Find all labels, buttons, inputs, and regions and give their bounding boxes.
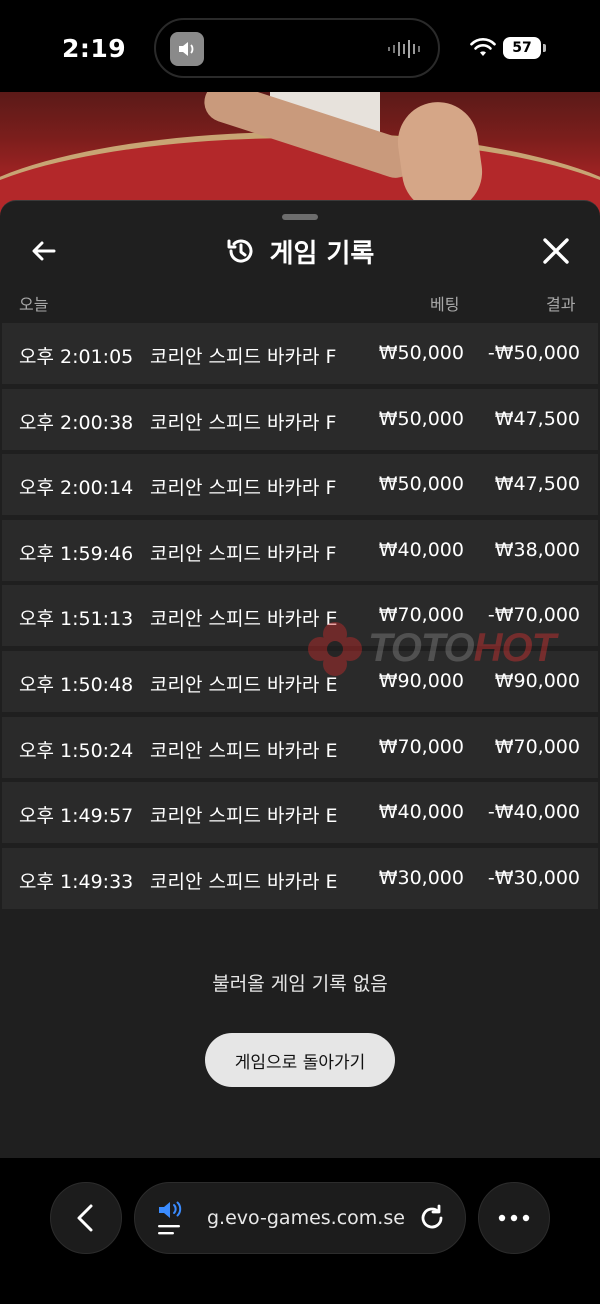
row-game: 코리안 스피드 바카라 E xyxy=(150,805,338,828)
history-row[interactable]: 오후 2:00:14 코리안 스피드 바카라 F ₩50,000 ₩47,500 xyxy=(2,454,598,516)
audio-wave-icon xyxy=(388,40,420,58)
row-bet: ₩70,000 xyxy=(378,735,464,758)
row-time: 오후 1:59:46 xyxy=(19,542,134,565)
history-row[interactable]: 오후 1:49:33 코리안 스피드 바카라 E ₩30,000 -₩30,00… xyxy=(2,847,598,909)
row-result: -₩30,000 xyxy=(487,866,580,889)
row-time: 오후 2:00:14 xyxy=(19,477,134,500)
row-game: 코리안 스피드 바카라 F xyxy=(150,411,337,434)
row-result: ₩47,500 xyxy=(494,473,580,496)
browser-back-button[interactable] xyxy=(50,1182,122,1254)
row-game: 코리안 스피드 바카라 E xyxy=(150,673,338,696)
row-result: -₩70,000 xyxy=(487,604,580,627)
return-to-game-button[interactable]: 게임으로 돌아가기 xyxy=(205,1033,395,1087)
history-row[interactable]: 오후 1:51:13 코리안 스피드 바카라 E ₩70,000 -₩70,00… xyxy=(2,585,598,647)
row-time: 오후 1:49:33 xyxy=(19,870,134,893)
row-result: -₩40,000 xyxy=(487,801,580,824)
row-game: 코리안 스피드 바카라 E xyxy=(150,739,338,762)
url-text[interactable]: g.evo-games.com.se xyxy=(207,1207,405,1229)
browser-toolbar: g.evo-games.com.se xyxy=(0,1158,600,1304)
close-icon[interactable] xyxy=(540,235,572,267)
address-bar[interactable]: g.evo-games.com.se xyxy=(134,1182,466,1254)
wifi-icon xyxy=(470,38,496,56)
row-bet: ₩40,000 xyxy=(378,538,464,561)
row-time: 오후 1:51:13 xyxy=(19,608,134,631)
row-time: 오후 1:50:48 xyxy=(19,673,134,696)
game-history-sheet: 게임 기록 오늘 베팅 결과 오후 2:01:05 코리안 스피드 바카라 F … xyxy=(0,200,600,1158)
row-time: 오후 1:50:24 xyxy=(19,739,134,762)
row-bet: ₩70,000 xyxy=(378,604,464,627)
speaker-icon xyxy=(170,32,204,66)
history-list: 오후 2:01:05 코리안 스피드 바카라 F ₩50,000 -₩50,00… xyxy=(2,323,598,913)
history-icon xyxy=(227,239,253,263)
row-result: ₩47,500 xyxy=(494,407,580,430)
no-more-history-message: 불러올 게임 기록 없음 xyxy=(212,973,388,995)
more-options-button[interactable] xyxy=(478,1182,550,1254)
row-bet: ₩30,000 xyxy=(378,866,464,889)
reload-icon[interactable] xyxy=(417,1203,447,1233)
row-bet: ₩50,000 xyxy=(378,342,464,364)
column-header-result: 결과 xyxy=(546,295,576,314)
row-result: ₩38,000 xyxy=(494,538,580,561)
row-bet: ₩90,000 xyxy=(378,669,464,692)
row-result: ₩70,000 xyxy=(494,735,580,758)
history-row[interactable]: 오후 1:50:48 코리안 스피드 바카라 E ₩90,000 ₩90,000 xyxy=(2,650,598,712)
history-row[interactable]: 오후 1:50:24 코리안 스피드 바카라 E ₩70,000 ₩70,000 xyxy=(2,716,598,778)
column-header-today: 오늘 xyxy=(19,295,49,314)
history-row[interactable]: 오후 1:49:57 코리안 스피드 바카라 E ₩40,000 -₩40,00… xyxy=(2,782,598,844)
row-time: 오후 1:49:57 xyxy=(19,805,134,828)
row-game: 코리안 스피드 바카라 E xyxy=(150,870,338,893)
row-game: 코리안 스피드 바카라 F xyxy=(150,477,337,500)
history-row[interactable]: 오후 2:00:38 코리안 스피드 바카라 F ₩50,000 ₩47,500 xyxy=(2,388,598,450)
chevron-left-icon xyxy=(77,1204,93,1232)
dynamic-island xyxy=(154,18,440,78)
row-result: -₩50,000 xyxy=(487,342,580,364)
history-row[interactable]: 오후 1:59:46 코리안 스피드 바카라 F ₩40,000 ₩38,000 xyxy=(2,519,598,581)
page-audio-icon[interactable] xyxy=(155,1199,185,1239)
row-time: 오후 2:01:05 xyxy=(19,346,134,368)
status-time: 2:19 xyxy=(62,34,127,63)
more-dots-icon xyxy=(498,1214,530,1222)
sheet-header: 게임 기록 xyxy=(0,231,600,271)
row-game: 코리안 스피드 바카라 F xyxy=(150,346,337,368)
battery-indicator: 57 xyxy=(503,37,546,59)
history-row[interactable]: 오후 2:01:05 코리안 스피드 바카라 F ₩50,000 -₩50,00… xyxy=(2,323,598,384)
sheet-title: 게임 기록 xyxy=(269,238,375,269)
status-bar: 2:19 57 xyxy=(0,0,600,92)
row-game: 코리안 스피드 바카라 F xyxy=(150,542,337,565)
row-bet: ₩50,000 xyxy=(378,473,464,496)
row-game: 코리안 스피드 바카라 E xyxy=(150,608,338,631)
row-bet: ₩40,000 xyxy=(378,801,464,824)
sheet-grabber[interactable] xyxy=(282,214,318,220)
row-result: ₩90,000 xyxy=(494,669,580,692)
row-time: 오후 2:00:38 xyxy=(19,411,134,434)
column-header-bet: 베팅 xyxy=(430,295,460,314)
row-bet: ₩50,000 xyxy=(378,407,464,430)
